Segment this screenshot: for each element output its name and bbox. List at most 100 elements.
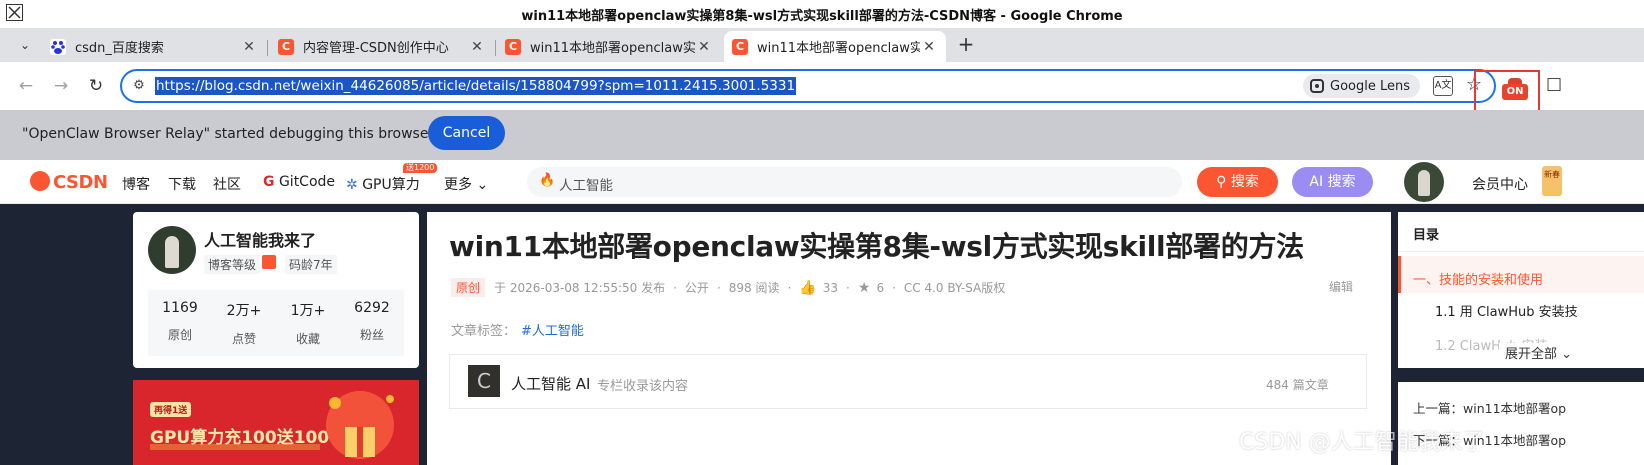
meta-separator: ·	[787, 280, 792, 295]
stat-original[interactable]: 1169 原创	[148, 300, 212, 343]
gitcode-label: GitCode	[278, 174, 336, 190]
stat-value: 6292	[354, 300, 390, 316]
article-title: win11本地部署openclaw实操第8集-wsl方式实现skill部署的方法	[449, 230, 1304, 263]
back-arrow-icon[interactable]: ←	[14, 74, 38, 98]
window-title-bar: win11本地部署openclaw实操第8集-wsl方式实现skill部署的方法…	[0, 0, 1644, 28]
tab-article-active[interactable]: C win11本地部署openclaw实 ✕	[724, 31, 946, 62]
search-button-label: 搜索	[1230, 174, 1259, 190]
search-query: 人工智能	[559, 178, 613, 194]
csdn-logo[interactable]: CSDN	[30, 171, 108, 193]
tab-close-icon[interactable]: ✕	[240, 39, 258, 55]
column-card[interactable]: C 人工智能 AI 专栏收录该内容 484 篇文章	[449, 354, 1367, 409]
csdn-icon: C	[505, 38, 521, 55]
user-avatar[interactable]	[1404, 162, 1444, 202]
blog-level-label: 博客等级	[204, 255, 261, 274]
logo-text: CSDN	[53, 172, 108, 193]
infobar-message: "OpenClaw Browser Relay" started debuggi…	[22, 126, 435, 142]
stat-label: 点赞	[231, 332, 256, 346]
vip-festival-badge[interactable]: 新春	[1542, 166, 1562, 196]
browser-toolbar: ← → ↻ ⚙ https://blog.csdn.net/weixin_446…	[0, 62, 1644, 110]
tags-label: 文章标签：	[451, 324, 517, 339]
gpu-promo-ad[interactable]: 再得1送 GPU算力充100送100	[133, 380, 419, 465]
cancel-debugging-button[interactable]: Cancel	[428, 116, 505, 150]
prev-article-link[interactable]: 上一篇：win11本地部署op	[1413, 398, 1566, 417]
tab-close-icon[interactable]: ✕	[920, 39, 938, 55]
toc-expand-all[interactable]: 展开全部 ⌄	[1499, 343, 1579, 362]
stat-likes[interactable]: 2万+ 点赞	[212, 300, 276, 347]
stat-value: 1169	[162, 300, 198, 316]
flame-icon: 🔥	[539, 173, 556, 188]
visibility-label: 公开	[684, 281, 709, 295]
search-button[interactable]: ⚲ 搜索	[1197, 167, 1278, 197]
tab-article-1[interactable]: C win11本地部署openclaw实 ✕	[497, 31, 721, 62]
expand-label: 展开全部	[1505, 347, 1558, 362]
web-page: CSDN 博客 下载 社区 G GitCode ✲ GPU算力 送1200 更多…	[0, 160, 1644, 465]
edit-link[interactable]: 编辑	[1329, 278, 1353, 295]
stat-value: 2万+	[226, 303, 262, 319]
tab-csdn-creator[interactable]: C 内容管理-CSDN创作中心 ✕	[270, 31, 494, 62]
author-avatar[interactable]	[148, 226, 196, 274]
tab-close-icon[interactable]: ✕	[695, 39, 713, 55]
stat-label: 原创	[167, 328, 192, 342]
tag-ai[interactable]: #人工智能	[521, 324, 584, 339]
thumbs-up-icon[interactable]: 👍	[799, 280, 816, 296]
tab-search-chevron-icon[interactable]: ⌄	[14, 34, 36, 56]
ai-search-button[interactable]: AI 搜索	[1292, 167, 1373, 197]
tab-separator	[495, 40, 496, 56]
tab-label: csdn_百度搜索	[75, 41, 164, 56]
meta-separator: ·	[846, 280, 850, 295]
meta-separator: ·	[892, 280, 896, 295]
stat-fans[interactable]: 6292 粉丝	[340, 300, 404, 343]
nav-download[interactable]: 下载	[168, 174, 196, 194]
csdn-icon: C	[278, 38, 294, 55]
nav-gpu[interactable]: ✲ GPU算力	[346, 174, 420, 194]
column-cover-icon: C	[468, 365, 500, 397]
site-info-tune-icon[interactable]: ⚙	[128, 76, 150, 96]
original-badge: 原创	[451, 278, 486, 297]
tab-label: win11本地部署openclaw实	[757, 41, 920, 56]
csdn-icon: C	[732, 38, 748, 55]
toc-item-clawhub[interactable]: 1.1 用 ClawHub 安装技	[1435, 301, 1578, 320]
nav-more[interactable]: 更多 ⌄	[444, 174, 488, 194]
forward-arrow-icon[interactable]: →	[49, 74, 73, 98]
column-name[interactable]: 人工智能 AI	[511, 373, 590, 394]
lens-icon	[1310, 79, 1324, 93]
url-text[interactable]: https://blog.csdn.net/weixin_44626085/ar…	[155, 77, 797, 95]
code-age-label: 码龄7年	[285, 255, 337, 274]
favorite-star-icon[interactable]: ★	[858, 280, 871, 296]
extensions-puzzle-icon[interactable]: □	[1546, 74, 1562, 94]
toc-divider	[1398, 251, 1644, 252]
license-label[interactable]: CC 4.0 BY-SA版权	[904, 279, 1005, 296]
csdn-mascot-icon	[30, 171, 50, 191]
gift-illustration-icon	[326, 391, 394, 459]
csdn-search-input[interactable]: 🔥 人工智能	[527, 167, 1182, 197]
more-label: 更多	[444, 177, 472, 193]
favorite-count: 6	[876, 280, 885, 295]
nav-gitcode[interactable]: G GitCode	[263, 174, 335, 190]
nav-community[interactable]: 社区	[213, 174, 241, 194]
nav-blog[interactable]: 博客	[122, 174, 150, 194]
new-tab-plus-icon[interactable]: +	[955, 33, 977, 55]
translate-icon[interactable]: A文	[1433, 76, 1453, 96]
tab-strip: ⌄ csdn_百度搜索 ✕ C 内容管理-CSDN创作中心 ✕ C win11本…	[0, 28, 1644, 62]
stat-label: 粉丝	[359, 328, 384, 342]
csdn-watermark: CSDN @人工智能我来了	[1239, 430, 1485, 455]
address-bar[interactable]: ⚙ https://blog.csdn.net/weixin_44626085/…	[120, 69, 1496, 103]
tab-baidu[interactable]: csdn_百度搜索 ✕	[42, 31, 266, 62]
stat-favorites[interactable]: 1万+ 收藏	[276, 300, 340, 347]
reload-icon[interactable]: ↻	[84, 74, 108, 98]
tab-close-icon[interactable]: ✕	[468, 39, 486, 55]
author-name[interactable]: 人工智能我来了	[204, 227, 316, 251]
csdn-top-nav: CSDN 博客 下载 社区 G GitCode ✲ GPU算力 送1200 更多…	[0, 160, 1644, 204]
toc-item-install[interactable]: 一、技能的安装和使用	[1398, 256, 1644, 293]
lens-label: Google Lens	[1330, 78, 1410, 94]
column-article-count: 484 篇文章	[1266, 378, 1329, 392]
google-lens-button[interactable]: Google Lens	[1303, 74, 1420, 98]
vip-center-link[interactable]: 会员中心	[1472, 174, 1528, 194]
search-icon: ⚲	[1216, 174, 1227, 190]
gitcode-icon: G	[263, 174, 275, 190]
ad-subline-bar	[150, 444, 320, 450]
debugging-infobar: "OpenClaw Browser Relay" started debuggi…	[0, 110, 1644, 160]
column-note: 专栏收录该内容	[597, 379, 689, 394]
window-title: win11本地部署openclaw实操第8集-wsl方式实现skill部署的方法…	[521, 9, 1123, 24]
